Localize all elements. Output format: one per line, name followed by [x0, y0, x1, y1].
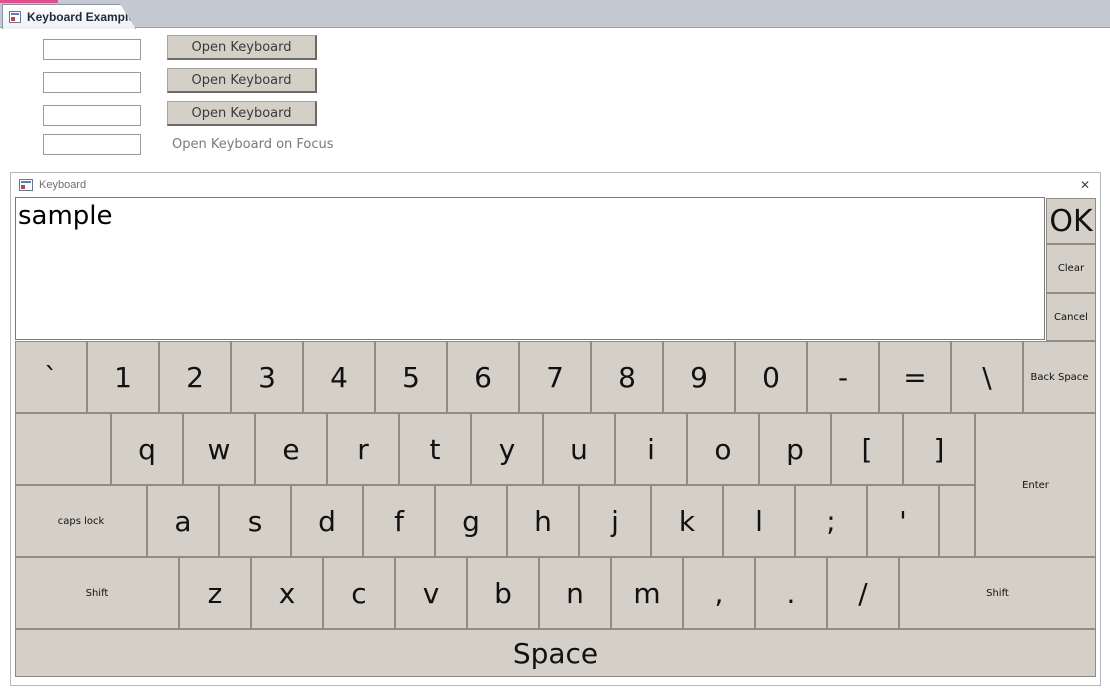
open-keyboard-button-3[interactable]: Open Keyboard [167, 101, 317, 126]
key-3-3[interactable]: 3 [231, 341, 303, 413]
key-v-r4-4[interactable]: v [395, 557, 467, 629]
key-r-r2-4[interactable]: r [327, 413, 399, 485]
key-p-r2-10[interactable]: p [759, 413, 831, 485]
key-back-space-14[interactable]: Back Space [1023, 341, 1096, 413]
key-5-5[interactable]: 5 [375, 341, 447, 413]
key-1-1[interactable]: 1 [87, 341, 159, 413]
key-symbol-r4-8[interactable]: , [683, 557, 755, 629]
key-blank-r3-12[interactable] [939, 485, 975, 557]
key-2-2[interactable]: 2 [159, 341, 231, 413]
keyboard-titlebar: Keyboard [11, 173, 1100, 197]
tab-keyboard-example[interactable]: Keyboard Example [2, 4, 136, 29]
key-symbol-0[interactable]: ` [15, 341, 87, 413]
tab-label: Keyboard Example [26, 10, 135, 24]
key-symbol-r2-11[interactable]: [ [831, 413, 903, 485]
key-6-6[interactable]: 6 [447, 341, 519, 413]
right-shift-key[interactable]: Shift [899, 557, 1096, 629]
key-o-r2-9[interactable]: o [687, 413, 759, 485]
key-symbol-r4-10[interactable]: / [827, 557, 899, 629]
key-l-r3-9[interactable]: l [723, 485, 795, 557]
key-m-r4-7[interactable]: m [611, 557, 683, 629]
text-input-4[interactable] [43, 134, 141, 155]
key-f-r3-4[interactable]: f [363, 485, 435, 557]
close-icon[interactable]: ✕ [1078, 178, 1092, 192]
text-input-3[interactable] [43, 105, 141, 126]
cancel-button[interactable]: Cancel [1046, 293, 1096, 341]
key-symbol-r3-10[interactable]: ; [795, 485, 867, 557]
open-keyboard-button-1[interactable]: Open Keyboard [167, 35, 317, 60]
key-k-r3-8[interactable]: k [651, 485, 723, 557]
key-tab-r2-0[interactable] [15, 413, 111, 485]
key-z-r4-1[interactable]: z [179, 557, 251, 629]
left-shift-key[interactable]: Shift [15, 557, 179, 629]
key-x-r4-2[interactable]: x [251, 557, 323, 629]
key-4-4[interactable]: 4 [303, 341, 375, 413]
key-7-7[interactable]: 7 [519, 341, 591, 413]
form-icon [19, 179, 33, 191]
text-input-2[interactable] [43, 72, 141, 93]
key-e-r2-3[interactable]: e [255, 413, 327, 485]
space-key[interactable]: Space [15, 629, 1096, 677]
key-symbol-13[interactable]: \ [951, 341, 1023, 413]
key-0-10[interactable]: 0 [735, 341, 807, 413]
key-9-9[interactable]: 9 [663, 341, 735, 413]
key-8-8[interactable]: 8 [591, 341, 663, 413]
key-i-r2-8[interactable]: i [615, 413, 687, 485]
key-h-r3-6[interactable]: h [507, 485, 579, 557]
key-caps-lock-r3-0[interactable]: caps lock [15, 485, 147, 557]
key-g-r3-5[interactable]: g [435, 485, 507, 557]
key-b-r4-5[interactable]: b [467, 557, 539, 629]
ok-button[interactable]: OK [1046, 198, 1096, 244]
key-s-r3-2[interactable]: s [219, 485, 291, 557]
keyboard-title: Keyboard [39, 179, 87, 191]
key-a-r3-1[interactable]: a [147, 485, 219, 557]
key-d-r3-3[interactable]: d [291, 485, 363, 557]
keyboard-text-display[interactable]: sample [15, 197, 1045, 340]
key-t-r2-5[interactable]: t [399, 413, 471, 485]
key-symbol-r4-9[interactable]: . [755, 557, 827, 629]
key-u-r2-7[interactable]: u [543, 413, 615, 485]
key-c-r4-3[interactable]: c [323, 557, 395, 629]
open-on-focus-label: Open Keyboard on Focus [172, 137, 334, 152]
form-icon [9, 11, 21, 23]
key-q-r2-1[interactable]: q [111, 413, 183, 485]
key-n-r4-6[interactable]: n [539, 557, 611, 629]
enter-key[interactable]: Enter [975, 413, 1096, 557]
clear-button[interactable]: Clear [1046, 244, 1096, 293]
key-symbol-r2-12[interactable]: ] [903, 413, 975, 485]
key-j-r3-7[interactable]: j [579, 485, 651, 557]
key-symbol-r3-11[interactable]: ' [867, 485, 939, 557]
document-tab-strip [0, 0, 1110, 28]
key-symbol-12[interactable]: = [879, 341, 951, 413]
open-keyboard-button-2[interactable]: Open Keyboard [167, 68, 317, 93]
text-input-1[interactable] [43, 39, 141, 60]
key---11[interactable]: - [807, 341, 879, 413]
tab-strip-accent [0, 0, 58, 3]
key-w-r2-2[interactable]: w [183, 413, 255, 485]
key-y-r2-6[interactable]: y [471, 413, 543, 485]
